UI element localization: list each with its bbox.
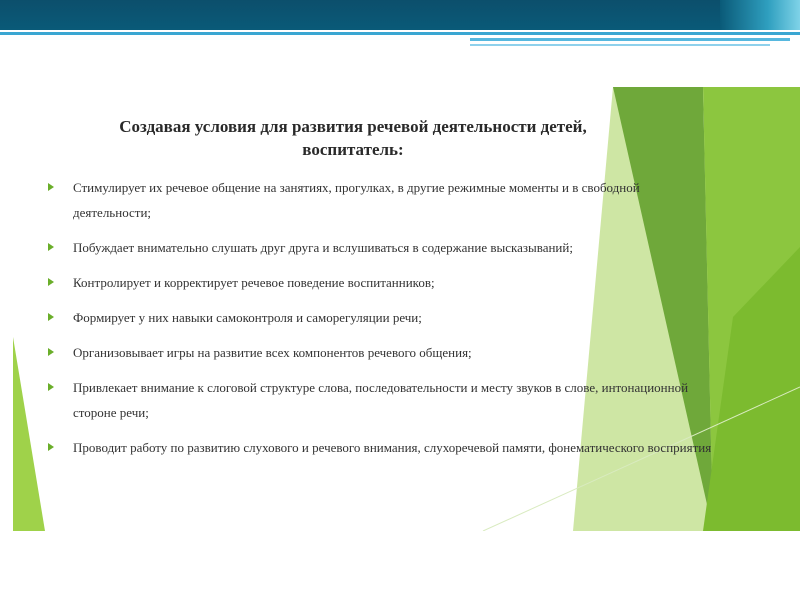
presentation-page: Создавая условия для развития речевой де…: [0, 0, 800, 600]
triangle-right-icon: [48, 183, 54, 191]
triangle-right-icon: [48, 443, 54, 451]
list-item: Контролирует и корректирует речевое пове…: [13, 270, 713, 295]
list-item-text: Побуждает внимательно слушать друг друга…: [73, 240, 573, 255]
list-item-text: Формирует у них навыки самоконтроля и са…: [73, 310, 422, 325]
header-rule: [0, 32, 800, 35]
list-item: Формирует у них навыки самоконтроля и са…: [13, 305, 713, 330]
slide-image: Создавая условия для развития речевой де…: [13, 87, 800, 531]
list-item-text: Стимулирует их речевое общение на заняти…: [73, 180, 640, 220]
header-accent-rule-1: [470, 38, 790, 41]
triangle-right-icon: [48, 313, 54, 321]
header-accent-rule-2: [470, 44, 770, 46]
triangle-right-icon: [48, 243, 54, 251]
bullet-list: Стимулирует их речевое общение на заняти…: [13, 175, 713, 470]
list-item: Привлекает внимание к слоговой структуре…: [13, 375, 713, 425]
triangle-right-icon: [48, 348, 54, 356]
list-item-text: Проводит работу по развитию слухового и …: [73, 440, 712, 455]
triangle-right-icon: [48, 278, 54, 286]
list-item-text: Организовывает игры на развитие всех ком…: [73, 345, 472, 360]
slide-title-line-1: Создавая условия для развития речевой де…: [119, 117, 587, 136]
list-item: Побуждает внимательно слушать друг друга…: [13, 235, 713, 260]
list-item-text: Привлекает внимание к слоговой структуре…: [73, 380, 689, 420]
header-bar: [0, 0, 800, 30]
slide-content: Создавая условия для развития речевой де…: [13, 87, 713, 531]
slide-title: Создавая условия для развития речевой де…: [73, 115, 633, 161]
slide-title-line-2: воспитатель:: [302, 140, 404, 159]
list-item: Проводит работу по развитию слухового и …: [13, 435, 713, 460]
list-item: Стимулирует их речевое общение на заняти…: [13, 175, 713, 225]
triangle-right-icon: [48, 383, 54, 391]
list-item-text: Контролирует и корректирует речевое пове…: [73, 275, 435, 290]
list-item: Организовывает игры на развитие всех ком…: [13, 340, 713, 365]
header-bar-gradient: [720, 0, 800, 30]
